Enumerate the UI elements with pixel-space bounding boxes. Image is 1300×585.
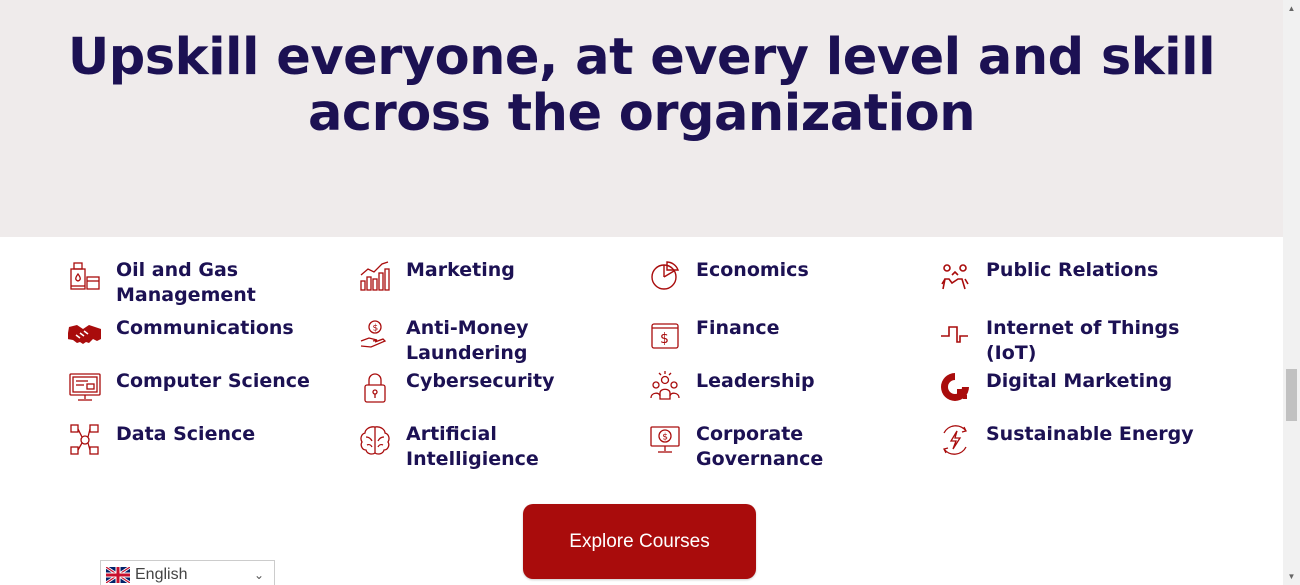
padlock-icon	[356, 369, 394, 405]
topics-column-2: Marketing $ Anti-Money Laundering Cybers…	[356, 258, 636, 475]
topic-label: Economics	[696, 259, 809, 281]
topic-anti-money-laundering[interactable]: $ Anti-Money Laundering	[356, 316, 636, 364]
topic-label: Leadership	[696, 370, 815, 392]
topic-communications[interactable]: Communications	[66, 316, 346, 364]
page-title: Upskill everyone, at every level and ski…	[0, 30, 1283, 142]
topic-leadership[interactable]: Leadership	[646, 369, 926, 417]
scrollbar[interactable]: ▲ ▼	[1283, 0, 1300, 585]
topic-sustainable-energy[interactable]: Sustainable Energy	[936, 422, 1216, 470]
topic-finance[interactable]: $ Finance	[646, 316, 926, 364]
topic-data-science[interactable]: Data Science	[66, 422, 346, 470]
topic-marketing[interactable]: Marketing	[356, 258, 636, 311]
pie-chart-icon	[646, 258, 684, 294]
topic-label: Oil and Gas Management	[116, 259, 256, 306]
people-icon	[936, 258, 974, 294]
topic-label: Cybersecurity	[406, 370, 555, 392]
title-line-1: Upskill everyone, at every level and ski…	[67, 28, 1216, 87]
computer-icon	[66, 369, 104, 405]
topic-artificial-intelligence[interactable]: Artificial Intelligience	[356, 422, 636, 470]
handshake-icon	[66, 316, 104, 352]
hero-section: Upskill everyone, at every level and ski…	[0, 0, 1283, 237]
svg-text:$: $	[660, 331, 669, 347]
scrollbar-thumb[interactable]	[1286, 369, 1297, 421]
topic-label: Public Relations	[986, 259, 1159, 281]
topic-public-relations[interactable]: Public Relations	[936, 258, 1216, 311]
brain-icon	[356, 422, 394, 458]
topic-label: Corporate Governance	[696, 423, 824, 470]
topic-digital-marketing[interactable]: Digital Marketing	[936, 369, 1216, 417]
topic-label: Anti-Money Laundering	[406, 317, 529, 364]
digital-logo-icon	[936, 369, 974, 405]
topic-iot[interactable]: Internet of Things (IoT)	[936, 316, 1216, 364]
topic-oil-gas[interactable]: Oil and Gas Management	[66, 258, 346, 311]
topics-column-1: Oil and Gas Management Communications Co…	[66, 258, 346, 475]
topic-label: Digital Marketing	[986, 370, 1173, 392]
language-selector[interactable]: English ⌄	[100, 560, 275, 585]
topic-label: Sustainable Energy	[986, 423, 1194, 445]
topic-label: Internet of Things (IoT)	[986, 317, 1180, 364]
monitor-dollar-icon: $	[646, 422, 684, 458]
data-network-icon	[66, 422, 104, 458]
topic-label: Communications	[116, 317, 294, 339]
explore-courses-button[interactable]: Explore Courses	[523, 504, 756, 579]
topic-label: Marketing	[406, 259, 515, 281]
svg-text:$: $	[373, 324, 379, 334]
bar-chart-icon	[356, 258, 394, 294]
uk-flag-icon	[106, 567, 130, 583]
scroll-up-arrow-icon[interactable]: ▲	[1283, 0, 1300, 17]
topic-label: Data Science	[116, 423, 256, 445]
topic-label: Artificial Intelligience	[406, 423, 539, 470]
language-label: English	[135, 566, 188, 583]
energy-icon	[936, 422, 974, 458]
topic-cybersecurity[interactable]: Cybersecurity	[356, 369, 636, 417]
topic-economics[interactable]: Economics	[646, 258, 926, 311]
money-hand-icon: $	[356, 316, 394, 352]
topics-column-3: Economics $ Finance Leadership $ Corpora…	[646, 258, 926, 475]
team-icon	[646, 369, 684, 405]
topic-label: Finance	[696, 317, 780, 339]
title-line-2: across the organization	[307, 84, 976, 143]
dollar-bill-icon: $	[646, 316, 684, 352]
topic-corporate-governance[interactable]: $ Corporate Governance	[646, 422, 926, 470]
scroll-down-arrow-icon[interactable]: ▼	[1283, 568, 1300, 585]
svg-text:$: $	[662, 433, 668, 443]
chevron-down-icon: ⌄	[253, 568, 264, 582]
oil-gas-icon	[66, 258, 104, 294]
topics-column-4: Public Relations Internet of Things (IoT…	[936, 258, 1216, 475]
signal-icon	[936, 316, 974, 352]
topic-computer-science[interactable]: Computer Science	[66, 369, 346, 417]
topic-label: Computer Science	[116, 370, 310, 392]
